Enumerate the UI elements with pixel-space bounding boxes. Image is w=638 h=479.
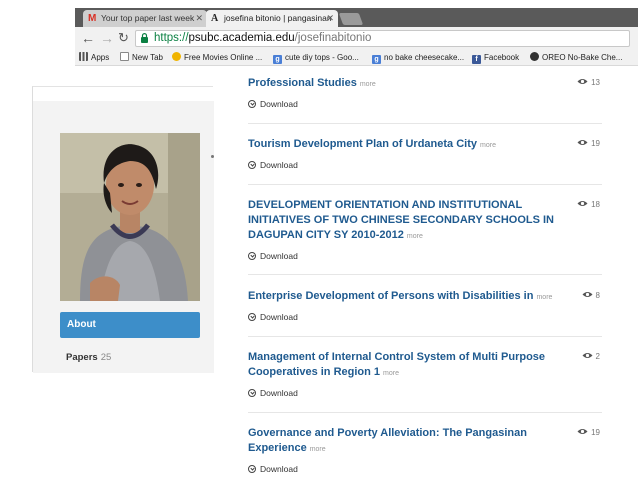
papers-list: Professional Studies more 13 Download Tou…: [248, 66, 602, 479]
tab-gmail[interactable]: M Your top paper last week ✕: [83, 10, 207, 27]
view-count: 18: [577, 200, 600, 209]
decorative-dot: [211, 155, 214, 158]
download-icon: [248, 313, 256, 321]
more-link[interactable]: more: [536, 294, 552, 301]
browser-window: M Your top paper last week ✕ A josefina …: [75, 8, 638, 66]
forward-arrow-icon[interactable]: →: [100, 30, 114, 46]
more-link[interactable]: more: [407, 233, 423, 240]
download-link[interactable]: Download: [248, 251, 602, 261]
back-arrow-icon[interactable]: ←: [81, 30, 95, 46]
address-bar[interactable]: https://psubc.academia.edu/josefinabiton…: [135, 30, 630, 47]
bookmark-new-tab[interactable]: New Tab: [120, 50, 163, 65]
url-scheme: https://: [154, 32, 189, 44]
page-icon: [120, 52, 129, 61]
view-count: 13: [577, 78, 600, 87]
list-item: DEVELOPMENT ORIENTATION AND INSTITUTIONA…: [248, 198, 602, 261]
bookmark-apps[interactable]: Apps: [79, 50, 109, 65]
google-icon: g: [372, 55, 381, 64]
bookmarks-bar: Apps New Tab Free Movies Online ... g cut…: [75, 50, 638, 66]
google-icon: g: [273, 55, 282, 64]
eye-icon: [577, 140, 588, 145]
view-count: 19: [577, 428, 600, 437]
gmail-icon: M: [88, 13, 97, 24]
download-icon: [248, 465, 256, 473]
paper-title[interactable]: Governance and Poverty Alleviation: The …: [248, 426, 602, 457]
download-link[interactable]: Download: [248, 464, 602, 474]
divider: [248, 274, 602, 275]
list-item: Management of Internal Control System of…: [248, 350, 602, 398]
about-button[interactable]: About: [60, 312, 200, 338]
paper-title[interactable]: Enterprise Development of Persons with D…: [248, 289, 602, 305]
more-link[interactable]: more: [360, 81, 376, 88]
list-item: Enterprise Development of Persons with D…: [248, 289, 602, 322]
close-icon[interactable]: ✕: [195, 10, 203, 27]
facebook-icon: f: [472, 55, 481, 64]
bookmark-no-bake-cheesecake[interactable]: g no bake cheesecake...: [372, 50, 464, 65]
divider: [248, 336, 602, 337]
tab-academia[interactable]: A josefina bitonio | pangasinan ✕: [206, 10, 338, 27]
view-count: 19: [577, 139, 600, 148]
close-icon[interactable]: ✕: [326, 10, 334, 27]
paper-title[interactable]: Professional Studies more: [248, 76, 602, 92]
divider: [248, 184, 602, 185]
avatar: [60, 133, 200, 301]
download-icon: [248, 161, 256, 169]
bookmark-free-movies[interactable]: Free Movies Online ...: [172, 50, 262, 65]
url-path: /josefinabitonio: [294, 32, 372, 44]
profile-photo: [60, 133, 200, 301]
paper-title[interactable]: Management of Internal Control System of…: [248, 350, 602, 381]
reload-icon[interactable]: ↻: [118, 30, 129, 46]
paper-title[interactable]: DEVELOPMENT ORIENTATION AND INSTITUTIONA…: [248, 198, 602, 244]
papers-count-label[interactable]: Papers 25: [66, 352, 111, 363]
download-link[interactable]: Download: [248, 312, 602, 322]
toolbar: ← → ↻ https://psubc.academia.edu/josefin…: [75, 27, 638, 50]
tab-label: josefina bitonio | pangasinan: [224, 13, 332, 23]
list-item: Professional Studies more 13 Download: [248, 76, 602, 109]
tab-strip: M Your top paper last week ✕ A josefina …: [75, 8, 638, 27]
tab-label: Your top paper last week: [101, 13, 195, 23]
download-link[interactable]: Download: [248, 388, 602, 398]
bookmark-cute-diy-tops[interactable]: g cute diy tops - Goo...: [273, 50, 359, 65]
smiley-icon: [172, 52, 181, 61]
new-tab-button[interactable]: [338, 13, 364, 25]
eye-icon: [582, 292, 593, 297]
list-item: Governance and Poverty Alleviation: The …: [248, 426, 602, 474]
eye-icon: [577, 429, 588, 434]
bookmark-oreo[interactable]: OREO No-Bake Che...: [530, 50, 622, 65]
list-item: Tourism Development Plan of Urdaneta Cit…: [248, 137, 602, 170]
divider: [248, 412, 602, 413]
eye-icon: [582, 353, 593, 358]
download-icon: [248, 252, 256, 260]
eye-icon: [577, 79, 588, 84]
lock-icon: [141, 33, 148, 43]
more-link[interactable]: more: [310, 446, 326, 453]
academia-icon: A: [211, 13, 219, 24]
download-icon: [248, 389, 256, 397]
eye-icon: [577, 201, 588, 206]
download-icon: [248, 100, 256, 108]
download-link[interactable]: Download: [248, 99, 602, 109]
more-link[interactable]: more: [383, 370, 399, 377]
view-count: 2: [582, 352, 600, 361]
apps-grid-icon: [79, 52, 88, 61]
gear-icon: [530, 52, 539, 61]
papers-count: 25: [100, 352, 112, 363]
paper-title[interactable]: Tourism Development Plan of Urdaneta Cit…: [248, 137, 602, 153]
bookmark-facebook[interactable]: f Facebook: [472, 50, 519, 65]
url-host: psubc.academia.edu: [188, 32, 295, 44]
more-link[interactable]: more: [480, 142, 496, 149]
divider: [248, 123, 602, 124]
download-link[interactable]: Download: [248, 160, 602, 170]
view-count: 8: [582, 291, 600, 300]
